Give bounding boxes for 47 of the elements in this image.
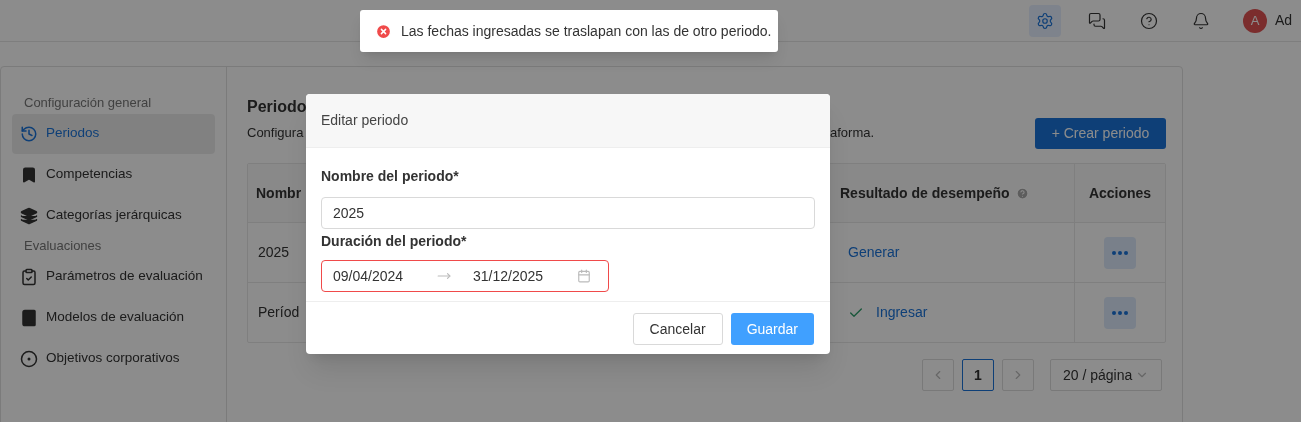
field-label: Nombre del periodo* (321, 167, 460, 186)
table-cell-text: Períod (258, 303, 300, 322)
column-header: Acciones (1088, 183, 1152, 203)
result-link[interactable]: Ingresar (876, 302, 928, 323)
cancel-button[interactable]: Cancelar (632, 313, 723, 345)
sidebar-item[interactable]: Categorías jerárquicas (12, 195, 215, 236)
user-avatar[interactable]: A (1243, 8, 1267, 33)
target-icon (20, 349, 38, 368)
help-icon (1015, 186, 1029, 200)
toast-message: Las fechas ingresadas se traslapan con las de otro periodo. (360, 10, 778, 52)
history-icon (20, 124, 38, 143)
section-label: Evaluaciones (23, 237, 103, 255)
result-link[interactable]: Generar (848, 242, 900, 263)
dialog-title: Editar periodo (321, 111, 409, 130)
more-icon (1112, 310, 1128, 315)
more-icon (1112, 250, 1128, 255)
error-icon (375, 22, 392, 40)
sidebar-item[interactable]: Competencias (12, 154, 215, 195)
sidebar-item[interactable]: Periodos (12, 113, 215, 154)
more-actions-button[interactable] (1104, 236, 1136, 269)
create-period-button[interactable]: + Crear periodo (1035, 118, 1166, 149)
table-cell-text: 2025 (258, 243, 290, 262)
page-button[interactable]: 1 (962, 359, 994, 391)
column-header: Nombr (256, 183, 302, 203)
calendar-icon (577, 269, 591, 283)
layers-icon (20, 206, 38, 225)
page-size-select[interactable]: 20 / página (1050, 359, 1162, 391)
user-name: Ad (1275, 11, 1293, 30)
section-label: Configuración general (23, 94, 153, 112)
start-date: 09/04/2024 (333, 266, 405, 286)
period-name-field[interactable]: 2025 (321, 197, 815, 229)
sidebar-item[interactable]: Parámetros de evaluación (12, 256, 215, 297)
more-actions-button[interactable] (1104, 296, 1136, 329)
field-label: Duración del periodo* (321, 232, 468, 251)
save-button[interactable]: Guardar (730, 313, 814, 345)
sidebar-item[interactable]: Objetivos corporativos (12, 338, 215, 379)
settings-icon[interactable] (1029, 4, 1061, 37)
sidebar-item[interactable]: Modelos de evaluación (12, 297, 215, 338)
book-icon (20, 308, 38, 327)
date-range-field[interactable]: 09/04/2024 31/12/2025 (321, 260, 609, 292)
page-description: Configura (247, 124, 305, 142)
column-header: Resultado de desempeño (840, 183, 1010, 203)
page-description: aforma. (830, 124, 875, 142)
page-title: Periodo (247, 97, 308, 117)
end-date: 31/12/2025 (473, 266, 545, 286)
bookmark-icon (20, 165, 38, 184)
clipboard-check-icon (20, 267, 38, 286)
